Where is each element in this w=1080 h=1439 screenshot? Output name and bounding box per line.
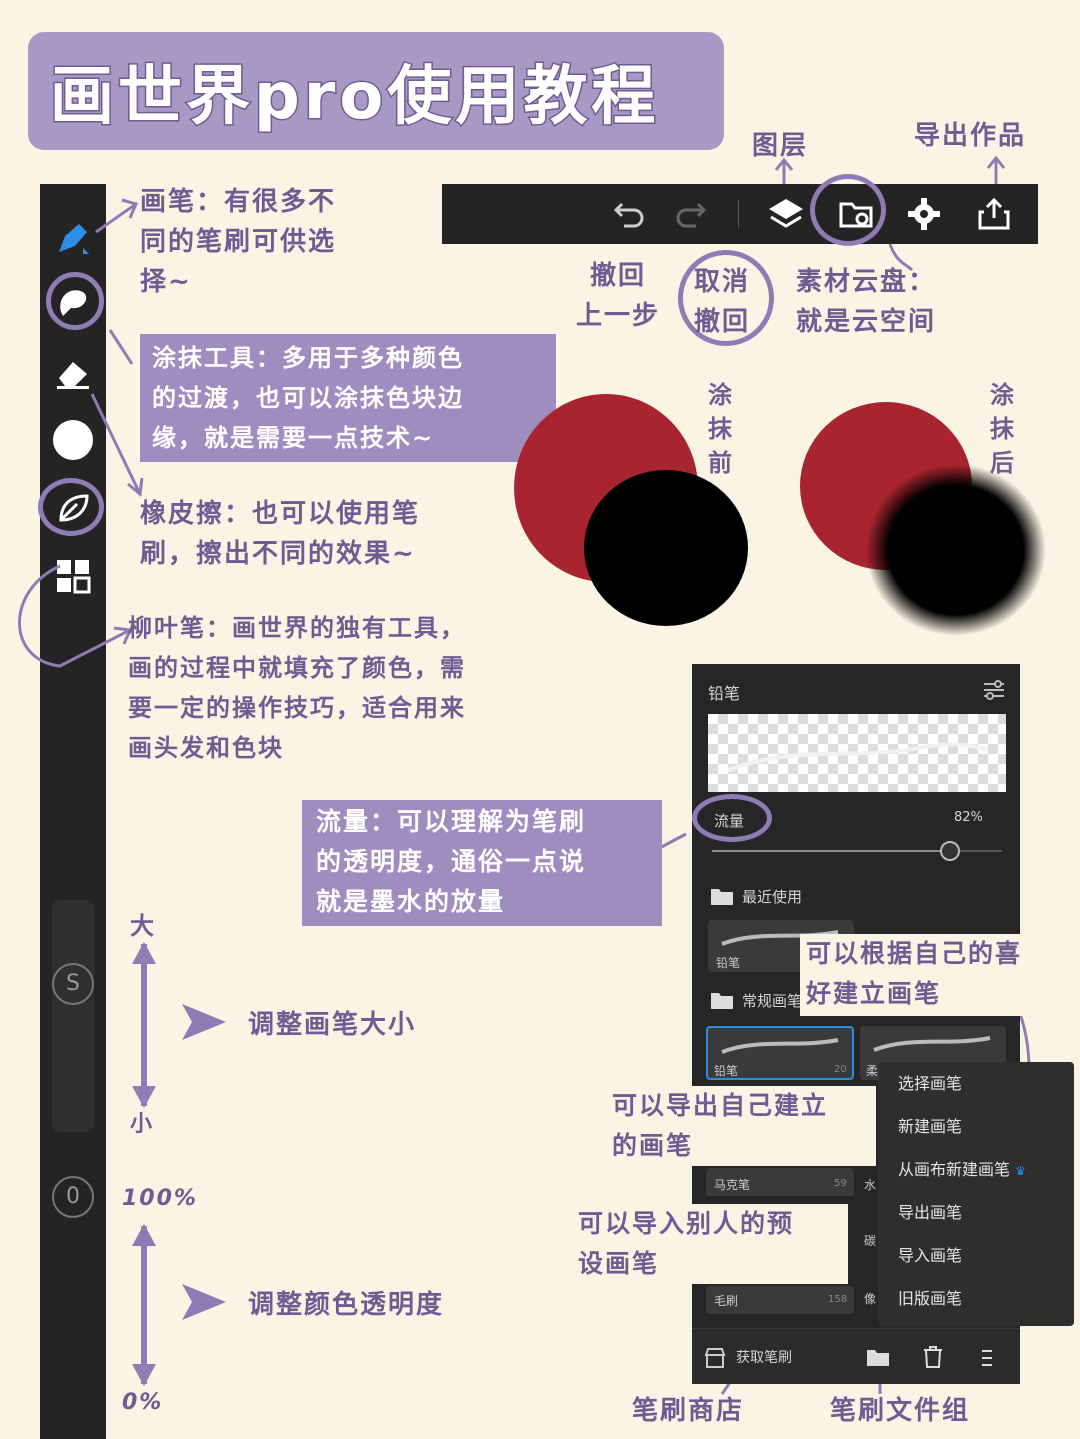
stroke-preview-icon — [727, 742, 989, 772]
flow-note: 流量：可以理解为笔刷 的透明度，通俗一点说 就是墨水的放量 — [302, 800, 662, 926]
size-note: 调整画笔大小 — [248, 1010, 417, 1040]
willow-note: 柳叶笔：画世界的独有工具， 画的过程中就填充了颜色，需 要一定的操作技巧，适合用… — [128, 614, 466, 762]
menu-item-legacy[interactable]: 旧版画笔 — [878, 1277, 1074, 1320]
flow-slider[interactable] — [712, 841, 1002, 861]
store-icon[interactable] — [704, 1347, 726, 1369]
get-brush-button[interactable]: 获取笔刷 — [736, 1347, 792, 1367]
flow-value: 82% — [954, 810, 983, 825]
brush-settings-icon[interactable] — [982, 678, 1006, 702]
selected-brush-count: 20 — [834, 1064, 847, 1075]
trash-icon[interactable] — [922, 1345, 944, 1369]
before-black-blob — [584, 470, 748, 626]
brush-preview — [708, 714, 1006, 792]
opacity-note: 调整颜色透明度 — [248, 1290, 445, 1320]
smudge-note: 涂抹工具：多用于多种颜色 的过渡，也可以涂抹色块边 缘，就是需要一点技术~ — [140, 334, 556, 462]
menu-icon[interactable] — [980, 1347, 994, 1369]
after-black-blob — [866, 464, 1046, 636]
panel-header: 铅笔 — [708, 684, 741, 703]
selected-brush-item[interactable]: 铅笔 20 — [706, 1026, 854, 1080]
menu-item-new-from-canvas[interactable]: 从画布新建画笔 ♛ — [878, 1148, 1074, 1191]
pixel-brush-label: 像 — [864, 1292, 877, 1306]
folder-icon[interactable] — [866, 1347, 890, 1367]
selected-brush-label: 铅笔 — [714, 1064, 739, 1078]
flow-slider-fill — [712, 850, 950, 852]
crown-icon: ♛ — [1015, 1164, 1026, 1178]
panel-footer: 获取笔刷 — [692, 1328, 1020, 1384]
opacity-arrow — [132, 1224, 156, 1386]
regular-heading: 常规画笔 — [742, 992, 803, 1010]
menu-item-label: 从画布新建画笔 — [898, 1160, 1011, 1179]
hair-brush-label: 毛刷 — [714, 1294, 739, 1308]
export-brush-note: 可以导出自己建立 的画笔 — [612, 1086, 876, 1166]
folder-note: 笔刷文件组 — [830, 1396, 971, 1426]
flow-highlight — [692, 794, 772, 842]
folder-icon — [711, 993, 733, 1009]
smudge-demo — [514, 394, 1046, 636]
opacity-min-label: 0% — [122, 1390, 164, 1415]
soft-brush-label: 柔 — [866, 1064, 879, 1078]
menu-item-new[interactable]: 新建画笔 — [878, 1105, 1074, 1148]
opacity-pointer-icon — [182, 1284, 226, 1320]
marker-count: 59 — [834, 1178, 847, 1189]
store-note: 笔刷商店 — [632, 1396, 745, 1426]
after-label: 涂 抹 后 — [990, 381, 1016, 477]
hair-brush-item[interactable]: 毛刷 158 — [706, 1286, 854, 1314]
recent-heading: 最近使用 — [742, 888, 803, 906]
folder-icon — [711, 889, 733, 905]
custom-brush-note: 可以根据自己的喜 好建立画笔 — [800, 934, 1066, 1016]
flow-slider-knob[interactable] — [939, 841, 960, 861]
size-small-label: 小 — [130, 1112, 155, 1137]
size-big-label: 大 — [130, 912, 156, 940]
marker-brush-item[interactable]: 马克笔 59 — [706, 1168, 854, 1196]
recent-brush-label: 铅笔 — [716, 956, 741, 970]
import-brush-note: 可以导入别人的预 设画笔 — [578, 1204, 848, 1284]
size-arrow — [132, 942, 156, 1108]
eraser-note: 橡皮擦：也可以使用笔 刷，擦出不同的效果~ — [140, 499, 421, 569]
brush-note: 画笔：有很多不 同的笔刷可供选 择~ — [140, 187, 337, 297]
menu-item-export[interactable]: 导出画笔 — [878, 1191, 1074, 1234]
menu-item-select[interactable]: 选择画笔 — [878, 1062, 1074, 1105]
carbon-brush-label: 碳 — [864, 1234, 877, 1248]
opacity-max-label: 100% — [122, 1186, 198, 1211]
menu-item-import[interactable]: 导入画笔 — [878, 1234, 1074, 1277]
before-label: 涂 抹 前 — [708, 381, 734, 477]
stroke-thumb-icon — [873, 1036, 991, 1052]
water-brush-label: 水 — [864, 1178, 877, 1192]
brush-context-menu: 选择画笔 新建画笔 从画布新建画笔 ♛ 导出画笔 导入画笔 旧版画笔 — [878, 1062, 1074, 1326]
hair-brush-count: 158 — [828, 1294, 848, 1305]
marker-label: 马克笔 — [714, 1178, 751, 1192]
size-pointer-icon — [182, 1004, 226, 1040]
